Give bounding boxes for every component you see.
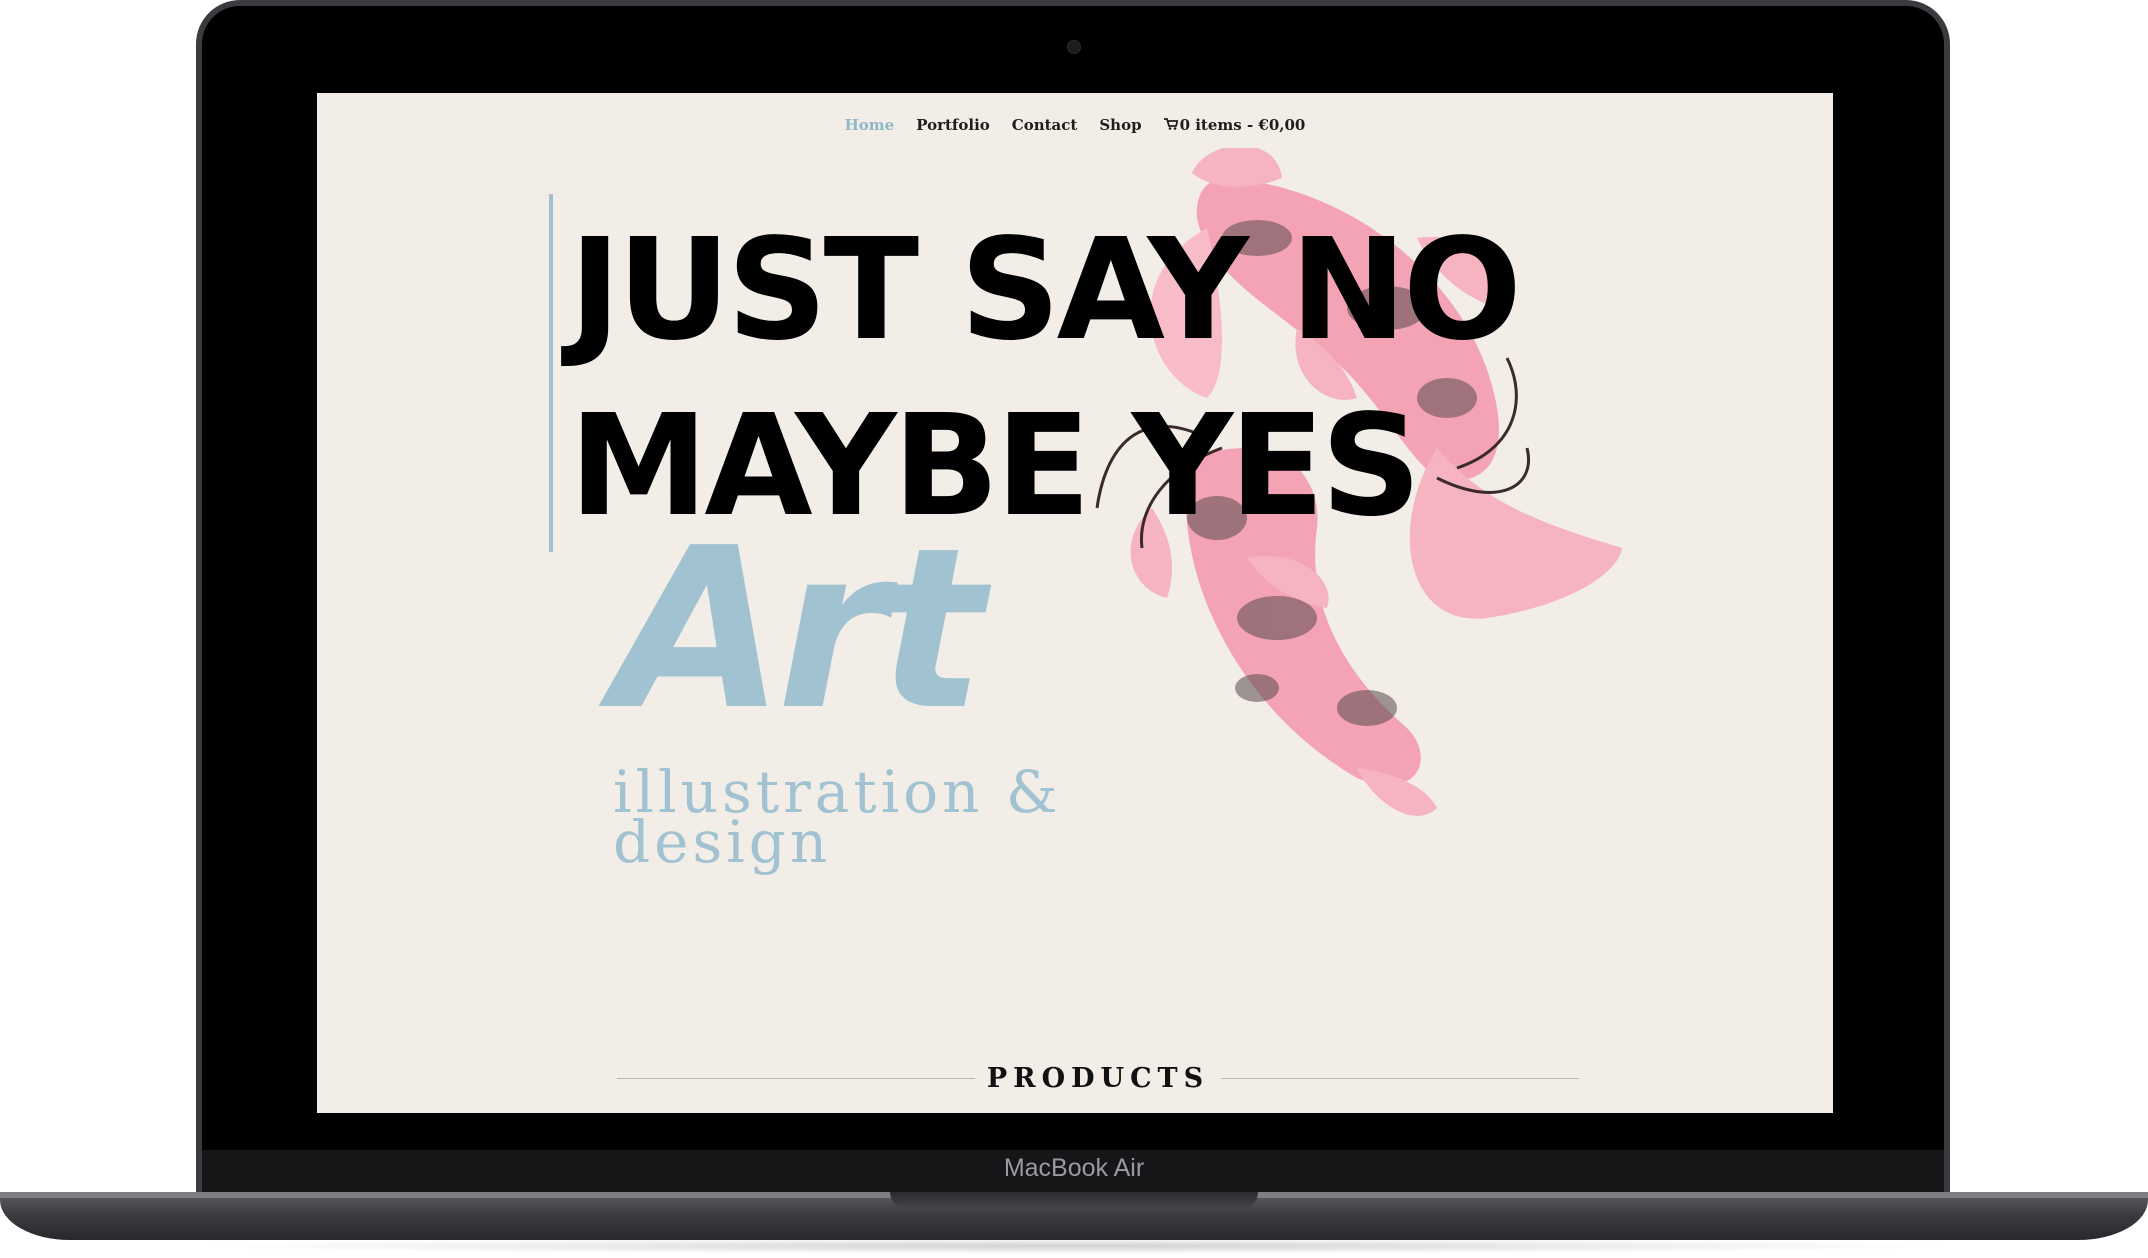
nav-item-portfolio[interactable]: Portfolio (916, 116, 990, 134)
cart-summary: 0 items - €0,00 (1179, 116, 1306, 134)
nav-item-contact[interactable]: Contact (1012, 116, 1078, 134)
website-screen: Home Portfolio Contact Shop 0 items - €0… (317, 93, 1833, 1113)
nav-item-shop[interactable]: Shop (1099, 116, 1141, 134)
camera-icon (1067, 40, 1081, 54)
products-section-title: PRODUCTS (986, 1063, 1210, 1094)
tagline-line-2: design (613, 808, 832, 876)
laptop-shadow (190, 1238, 1958, 1254)
hero-tagline: illustration & design (613, 763, 1062, 871)
headline-line-1: JUST SAY NO (569, 209, 1522, 372)
lid-opening-notch (890, 1192, 1258, 1210)
main-navigation: Home Portfolio Contact Shop 0 items - €0… (317, 116, 1833, 134)
cart-icon (1163, 118, 1178, 130)
nav-item-home[interactable]: Home (845, 116, 895, 134)
divider-left (617, 1078, 975, 1079)
device-model-label: MacBook Air (1003, 1154, 1145, 1182)
divider-right (1221, 1078, 1579, 1079)
headline-accent-bar (549, 194, 553, 552)
brand-word: Art (613, 501, 984, 759)
nav-cart-link[interactable]: 0 items - €0,00 (1163, 116, 1306, 134)
products-section-header: PRODUCTS (617, 1063, 1579, 1094)
